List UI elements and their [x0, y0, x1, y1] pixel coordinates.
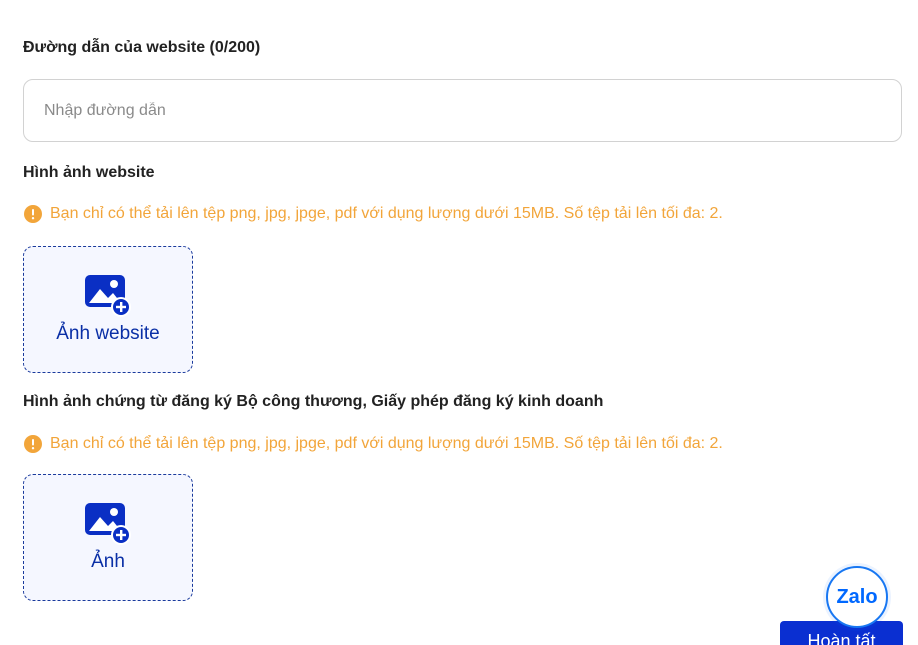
- website-image-notice: Bạn chỉ có thể tải lên tệp png, jpg, jpg…: [24, 205, 723, 223]
- page: Đường dẫn của website (0/200) Hình ảnh w…: [0, 0, 918, 645]
- warning-circle-icon: [24, 205, 42, 223]
- zalo-label: Zalo: [836, 585, 878, 608]
- zalo-chat-button[interactable]: Zalo: [826, 566, 888, 628]
- license-image-notice: Bạn chỉ có thể tải lên tệp png, jpg, jpg…: [24, 435, 723, 453]
- license-image-upload[interactable]: Ảnh: [23, 474, 193, 601]
- website-image-upload-label: Ảnh website: [56, 322, 160, 344]
- image-add-icon: [85, 274, 131, 317]
- license-image-notice-text: Bạn chỉ có thể tải lên tệp png, jpg, jpg…: [50, 435, 723, 452]
- license-image-upload-label: Ảnh: [91, 550, 125, 572]
- website-image-upload[interactable]: Ảnh website: [23, 246, 193, 373]
- warning-circle-icon: [24, 435, 42, 453]
- website-image-label: Hình ảnh website: [23, 164, 155, 181]
- image-add-icon: [85, 502, 131, 545]
- finish-button[interactable]: Hoàn tất: [780, 621, 903, 645]
- website-image-notice-text: Bạn chỉ có thể tải lên tệp png, jpg, jpg…: [50, 205, 723, 222]
- website-url-input[interactable]: [23, 79, 902, 142]
- website-url-label: Đường dẫn của website (0/200): [23, 39, 261, 56]
- license-image-label: Hình ảnh chứng từ đăng ký Bộ công thương…: [23, 393, 604, 410]
